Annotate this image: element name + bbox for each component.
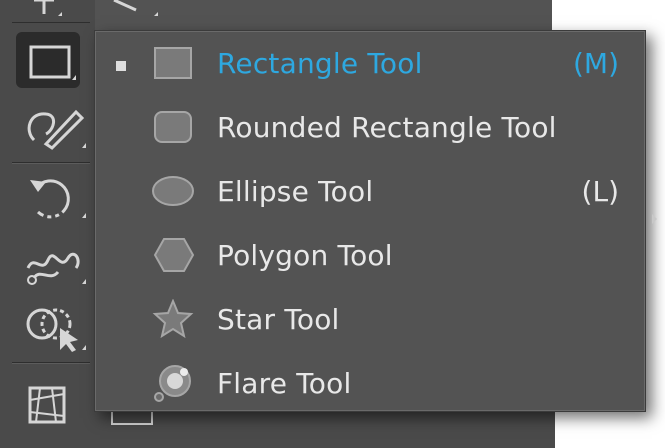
warp-tool-icon[interactable]: [24, 238, 88, 288]
toolbar-bottom-strip: [95, 410, 555, 448]
toolbar-divider: [12, 363, 90, 364]
rotate-tool-icon[interactable]: [24, 172, 88, 222]
shape-builder-tool-icon[interactable]: [24, 300, 88, 354]
rectangle-tool-icon: [28, 44, 76, 84]
ellipse-icon: [151, 171, 197, 211]
rectangle-icon: [151, 43, 197, 83]
chevron-right-icon[interactable]: [652, 214, 657, 224]
line-segment-tool-icon[interactable]: [110, 0, 160, 24]
perspective-grid-tool-icon[interactable]: [28, 386, 68, 426]
toolbar-divider: [12, 163, 90, 164]
menu-item-ellipse-tool[interactable]: Ellipse Tool (L): [95, 161, 645, 223]
menu-item-label: Flare Tool: [217, 367, 352, 400]
menu-item-star-tool[interactable]: Star Tool: [95, 289, 645, 351]
rounded-rectangle-icon: [151, 107, 197, 147]
flare-icon: [151, 363, 197, 403]
menu-item-label: Rectangle Tool: [217, 47, 423, 80]
toolbar-divider: [12, 22, 90, 23]
type-tool-icon[interactable]: [24, 0, 64, 24]
menu-item-shortcut: (M): [572, 47, 619, 80]
menu-item-shortcut: (L): [581, 175, 619, 208]
selected-indicator-icon: [116, 61, 126, 71]
menu-item-label: Ellipse Tool: [217, 175, 374, 208]
shape-tools-flyout-menu: Rectangle Tool (M) Rounded Rectangle Too…: [94, 30, 646, 412]
polygon-icon: [151, 235, 197, 275]
menu-item-label: Rounded Rectangle Tool: [217, 111, 557, 144]
star-icon: [151, 298, 197, 339]
menu-item-label: Polygon Tool: [217, 239, 393, 272]
menu-item-rounded-rectangle-tool[interactable]: Rounded Rectangle Tool: [95, 97, 645, 159]
menu-item-rectangle-tool[interactable]: Rectangle Tool (M): [95, 33, 645, 95]
menu-item-flare-tool[interactable]: Flare Tool: [95, 353, 645, 415]
menu-item-label: Star Tool: [217, 303, 340, 336]
menu-item-polygon-tool[interactable]: Polygon Tool: [95, 225, 645, 287]
paintbrush-tool-icon[interactable]: [24, 104, 88, 152]
